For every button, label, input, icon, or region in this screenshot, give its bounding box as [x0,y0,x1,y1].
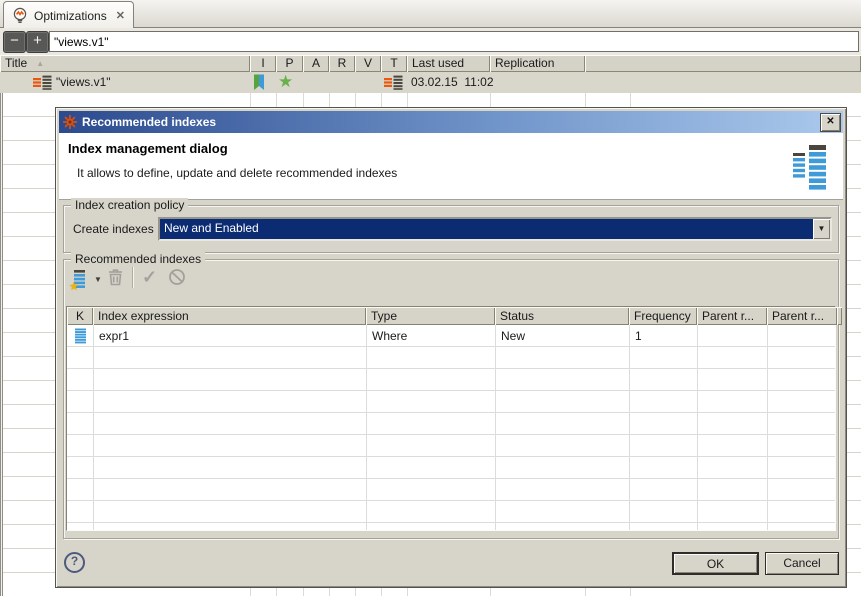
reject-icon[interactable] [168,268,186,286]
plus-icon: + [33,32,42,49]
key-cell [67,325,93,347]
frequency-cell: 1 [629,325,697,347]
grid-line [93,325,94,530]
grid-line [629,325,630,530]
cancel-button[interactable]: Cancel [765,552,839,575]
recommended-indexes-table: K Index expression Type Status Frequency… [66,306,836,531]
optimizations-view: Optimizations ✕ − + Title ▲ I P A R V T L… [0,0,861,596]
grid-line [495,325,496,530]
column-header-p[interactable]: P [276,55,303,72]
delete-icon[interactable] [106,267,125,287]
index-columns-icon [791,137,829,193]
recommended-indexes-group: Recommended indexes ★ ▼ ✓ [63,259,839,539]
grid-line [767,325,768,530]
filter-input[interactable] [49,31,859,52]
chevron-down-icon: ▼ [818,224,826,233]
row-last-used: 03.02.15 11:02 [411,75,494,89]
indexes-table-header: K Index expression Type Status Frequency… [67,307,835,325]
column-header-type[interactable]: Type [366,307,495,325]
column-header-parent-2[interactable]: Parent r... [767,307,837,325]
approve-icon[interactable]: ✓ [142,268,157,286]
recommended-indexes-dialog: Recommended indexes ✕ Index management d… [55,107,847,588]
column-header-parent-1[interactable]: Parent r... [697,307,767,325]
tab-label: Optimizations [34,9,107,23]
column-header-status[interactable]: Status [495,307,629,325]
column-header-i[interactable]: I [250,55,276,72]
tab-optimizations[interactable]: Optimizations ✕ [3,1,134,29]
minus-icon: − [10,32,19,49]
dialog-heading: Index management dialog [68,141,228,156]
expand-all-button[interactable]: + [26,31,49,53]
index-creation-policy-group: Index creation policy Create indexes : N… [63,205,839,253]
view-left-border [0,55,3,596]
dialog-header-band: Index management dialog It allows to def… [59,133,843,200]
column-header-v[interactable]: V [355,55,381,72]
row-title: "views.v1" [56,75,111,89]
collapse-all-button[interactable]: − [3,31,26,53]
view-toolbar: − + [0,28,861,55]
column-header-filler [585,55,861,72]
grid-line [366,325,367,530]
column-header-t[interactable]: T [381,55,407,72]
sort-ascending-icon: ▲ [36,59,44,68]
indexes-table-body: expr1 Where New 1 [67,325,835,530]
tab-bar: Optimizations ✕ [0,0,861,28]
create-indexes-label: Create indexes : [73,222,160,236]
group-label: Recommended indexes [71,252,205,267]
column-header-replication[interactable]: Replication [490,55,585,72]
help-button[interactable]: ? [64,552,85,573]
create-indexes-combobox[interactable]: New and Enabled ▼ [158,217,832,241]
tab-close-icon[interactable]: ✕ [116,9,125,22]
column-header-frequency[interactable]: Frequency [629,307,697,325]
add-index-menu-caret-icon[interactable]: ▼ [94,275,102,284]
column-header-r[interactable]: R [329,55,355,72]
column-header-k[interactable]: K [67,307,93,325]
table-row-views-v1[interactable]: "views.v1" ★ 03.02.15 11:02 [0,72,861,93]
column-header-index-expression[interactable]: Index expression [93,307,366,325]
combobox-dropdown-button[interactable]: ▼ [813,219,830,239]
dialog-close-button[interactable]: ✕ [820,113,841,132]
parent-cell [767,325,835,347]
column-header-filler [837,307,842,325]
parent-cell [697,325,767,347]
grid-line [697,325,698,530]
index-row-expr1[interactable]: expr1 Where New 1 [67,325,835,347]
close-icon: ✕ [826,116,834,127]
index-icon [75,328,86,344]
dialog-title: Recommended indexes [82,115,216,129]
ok-button[interactable]: OK [672,552,759,575]
type-cell: Where [366,325,495,347]
status-cell: New [495,325,629,347]
dialog-title-bar[interactable]: Recommended indexes ✕ [59,111,843,133]
column-header-title[interactable]: Title ▲ [0,55,250,72]
gear-icon [63,115,77,129]
star-icon: ★ [278,72,293,92]
column-header-last-used[interactable]: Last used [407,55,490,72]
column-header-a[interactable]: A [303,55,329,72]
dialog-description: It allows to define, update and delete r… [77,166,397,180]
column-label: Title [5,56,27,70]
bookmark-icon [253,74,265,91]
combobox-selected-value: New and Enabled [160,219,813,239]
question-mark-icon: ? [71,554,78,568]
toolbar-separator [132,267,133,288]
expression-cell: expr1 [93,325,366,347]
add-index-button[interactable]: ★ [72,269,92,289]
gold-star-icon: ★ [69,280,79,293]
lightbulb-icon [12,7,28,24]
group-label: Index creation policy [71,198,188,213]
optimization-icon [33,75,52,90]
optimization-icon [384,75,403,90]
